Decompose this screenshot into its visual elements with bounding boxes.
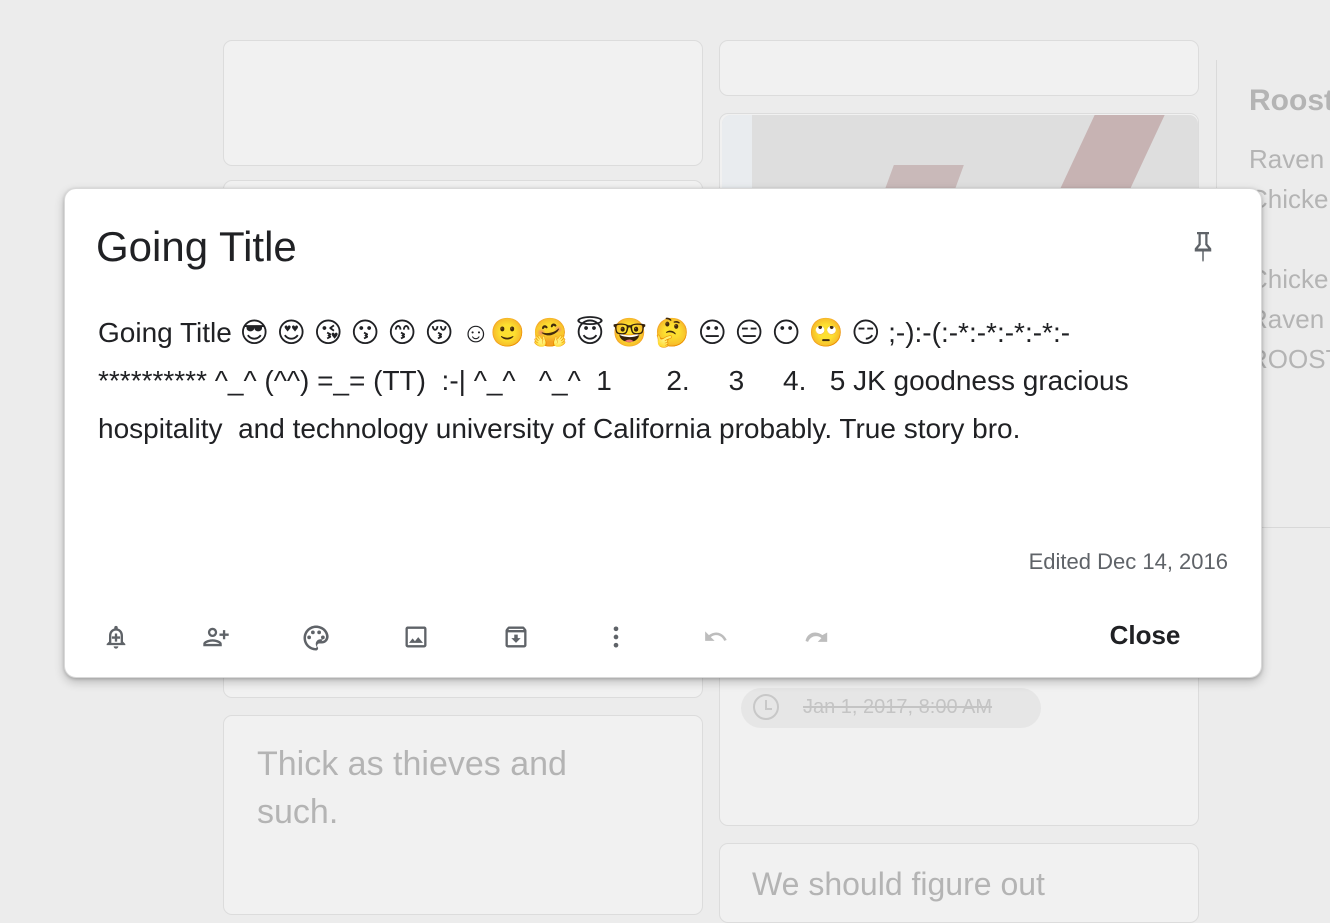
archive-button[interactable] [496, 617, 536, 657]
background-note-card [223, 40, 703, 166]
add-image-button[interactable] [396, 617, 436, 657]
reminder-icon [106, 625, 126, 649]
edited-timestamp: Edited Dec 14, 2016 [1028, 549, 1228, 574]
archive-icon [505, 626, 527, 648]
background-note-text: We should figure out [752, 866, 1045, 902]
background-side-line: Raven [1249, 144, 1325, 174]
undo-button[interactable] [696, 617, 736, 657]
clock-icon [753, 694, 779, 720]
pin-button[interactable] [1185, 227, 1221, 267]
palette-icon [303, 625, 329, 651]
note-title[interactable]: Going Title [96, 223, 297, 271]
more-icon [613, 626, 619, 648]
redo-button[interactable] [796, 617, 836, 657]
background-side-title: Roost [1249, 84, 1330, 117]
background-note-card [719, 40, 1199, 96]
undo-icon [705, 631, 727, 641]
redo-icon [805, 632, 828, 642]
background-divider [1262, 527, 1330, 528]
note-editor-dialog: Going Title Going Title 😎 😍 😘 😗 😙 😚 ☺🙂 🤗… [64, 188, 1262, 678]
background-options-button[interactable] [296, 617, 336, 657]
note-body[interactable]: Going Title 😎 😍 😘 😗 😙 😚 ☺🙂 🤗 😇 🤓 🤔 😐 😑 😶… [98, 309, 1228, 453]
pin-icon [1194, 232, 1212, 262]
image-icon [405, 626, 427, 648]
collaborator-icon [203, 627, 229, 647]
background-note-text: Thick as thieves and such. [257, 745, 567, 831]
close-button[interactable]: Close [1085, 613, 1205, 657]
background-reminder-chip: Jan 1, 2017, 8:00 AM [741, 688, 1041, 728]
background-reminder-text: Jan 1, 2017, 8:00 AM [803, 696, 993, 718]
more-options-button[interactable] [596, 617, 636, 657]
collaborator-button[interactable] [196, 617, 236, 657]
remind-me-button[interactable] [96, 617, 136, 657]
